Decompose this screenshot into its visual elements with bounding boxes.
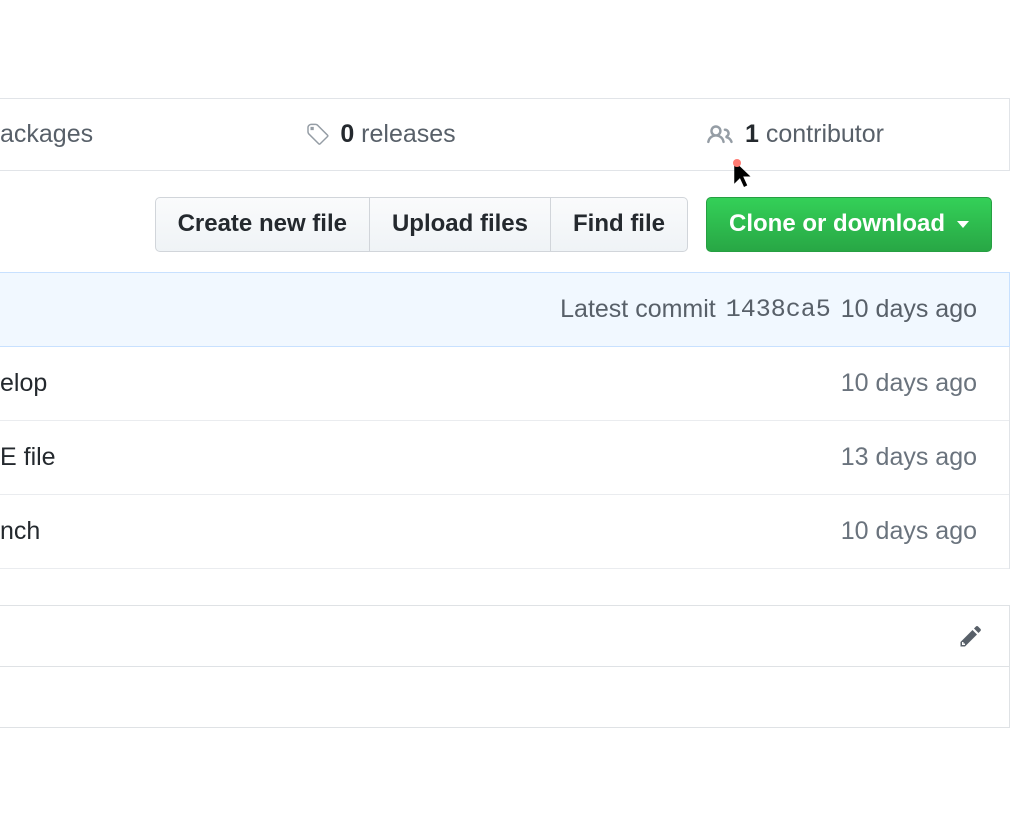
file-list: elop 10 days ago E file 13 days ago nch … [0,347,1010,569]
pencil-icon[interactable] [959,624,983,648]
readme-content [0,667,1009,727]
readme-box [0,605,1010,728]
contributor-count: 1 [745,120,759,148]
file-time: 10 days ago [841,369,977,398]
latest-commit-label: Latest commit [560,295,716,324]
stats-packages[interactable]: ackages [0,99,180,170]
action-bar: Create new file Upload files Find file C… [0,171,1010,252]
table-row[interactable]: E file 13 days ago [0,421,1009,495]
releases-count: 0 [340,120,354,148]
file-time: 10 days ago [841,517,977,546]
stats-releases[interactable]: 0 releases [180,99,580,170]
people-icon [705,122,735,148]
commit-sha[interactable]: 1438ca5 [726,295,831,324]
clone-or-download-label: Clone or download [729,210,945,239]
latest-commit-bar[interactable]: Latest commit 1438ca5 10 days ago [0,272,1010,347]
clone-or-download-button[interactable]: Clone or download [706,197,992,252]
caret-down-icon [957,221,969,228]
readme-header [0,606,1009,667]
repo-stats-bar: ackages 0 releases 1 contributor [0,98,1010,171]
commit-message-fragment: nch [0,517,40,546]
commit-time: 10 days ago [841,295,977,324]
create-new-file-button[interactable]: Create new file [155,197,370,252]
tag-icon [304,122,330,148]
table-row[interactable]: elop 10 days ago [0,347,1009,421]
packages-label-fragment: ackages [0,120,93,149]
file-time: 13 days ago [841,443,977,472]
commit-message-fragment: E file [0,443,56,472]
file-actions-group: Create new file Upload files Find file [155,197,688,252]
stats-contributor[interactable]: 1 contributor [580,99,1009,170]
upload-files-button[interactable]: Upload files [370,197,551,252]
releases-label: releases [361,120,456,148]
find-file-button[interactable]: Find file [551,197,688,252]
table-row[interactable]: nch 10 days ago [0,495,1009,569]
contributor-label: contributor [766,120,884,148]
commit-message-fragment: elop [0,369,47,398]
